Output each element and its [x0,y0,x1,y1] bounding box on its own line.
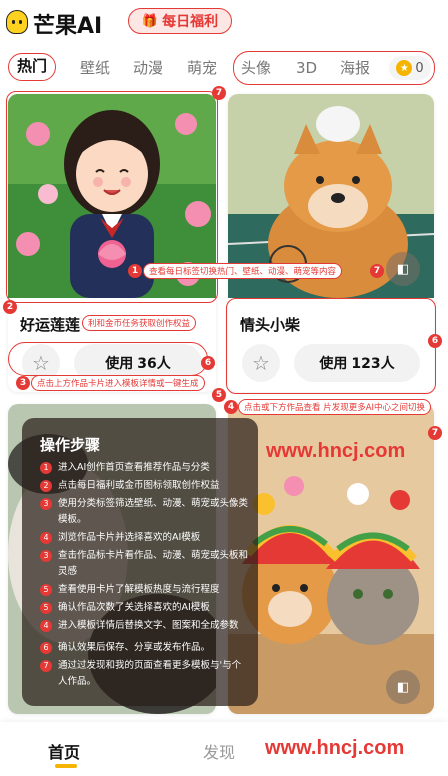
card-title: 好运莲莲 [20,316,81,334]
annotation-badge: 4 [224,400,238,414]
step-item: 7 通过过发现和我的页面查看更多模板与'与个人作品。 [40,658,250,690]
coin-count: 0 [415,60,424,76]
nav-home[interactable]: 首页 [48,739,80,763]
tab-avatar[interactable]: 头像 [241,56,271,80]
annotation-badge: 1 [128,264,142,278]
tab-3d[interactable]: 3D [296,56,317,80]
annotation-tip-1: 查看每日标签切换热门、壁纸、动漫、萌宠等内容 [143,263,343,279]
gift-icon: 🎁 [141,13,159,29]
switch-icon[interactable]: ◧ [386,252,420,286]
step-item: 6 确认效果后保存、分享或发布作品。 [40,640,250,656]
tab-poster[interactable]: 海报 [340,56,370,80]
annotation-badge: 7 [212,86,226,100]
category-tabs: 热门 壁纸 动漫 萌宠 头像 3D 海报 ★ 0 [0,50,448,86]
coin-balance-button[interactable]: ★ 0 [389,56,431,80]
steps-panel: 操作步骤 1 进入AI创作首页查看推荐作品与分类 2 点击每日福利或金币图标领取创作… [22,418,258,706]
step-item: 5 查看使用卡片了解模板热度与流行程度 [40,582,250,598]
step-item: 5 确认作品次数了关选择喜欢的AI模板 [40,600,250,616]
annotation-outline-card2-footer [226,298,436,394]
watermark-text: www.hncj.com [265,737,405,759]
annotation-badge: 2 [3,300,17,314]
annotation-badge: 6 [201,356,215,370]
step-item: 4 浏览作品卡片并选择喜欢的AI模板 [40,530,250,546]
tab-anime[interactable]: 动漫 [133,56,163,80]
annotation-badge: 3 [16,376,30,390]
tab-hot[interactable]: 热门 [8,53,57,81]
tab-wallpaper[interactable]: 壁纸 [80,56,110,80]
daily-welfare-label: 每日福利 [162,14,219,30]
steps-title: 操作步骤 [40,436,101,454]
watermark-text: www.hncj.com [266,440,406,462]
app-header: 芒果AI 🎁 每日福利 [0,0,448,46]
step-item: 3 使用分类标签筛选壁纸、动漫、萌宠或头像类模板。 [40,496,250,528]
app-name: 芒果AI [33,14,103,39]
annotation-badge: 7 [428,426,442,440]
annotation-badge: 7 [370,264,384,278]
step-item: 3 查击作品标卡片看作品、动漫、萌宠或头板和灵感 [40,548,250,580]
bottom-navigation: 首页 发现 www.hncj.com [0,722,448,776]
step-item: 4 进入模板详情后替换文字、图案和全成参数 [40,618,250,634]
coin-icon: ★ [396,60,413,76]
annotation-tip-4: 点击或下方作品查看 片发现更多AI中心之间切换 [238,399,432,415]
annotation-badge: 5 [212,388,226,402]
nav-discover[interactable]: 发现 [203,739,235,763]
nav-active-indicator [55,764,77,768]
step-item: 2 点击每日福利或金币图标领取创作权益 [40,478,250,494]
annotation-outline-use-row [8,342,208,376]
daily-welfare-button[interactable]: 🎁 每日福利 [128,8,232,34]
annotation-tip-2: 利和金币任务获取创作权益 [82,315,197,331]
tab-pets[interactable]: 萌宠 [187,56,217,80]
annotation-tip-3: 点击上方作品卡片进入模板详情或一键生成 [31,375,205,391]
step-item: 1 进入AI创作首页查看推荐作品与分类 [40,460,250,476]
annotation-badge: 6 [428,334,442,348]
mango-logo-icon [6,10,28,34]
switch-icon[interactable]: ◧ [386,670,420,704]
